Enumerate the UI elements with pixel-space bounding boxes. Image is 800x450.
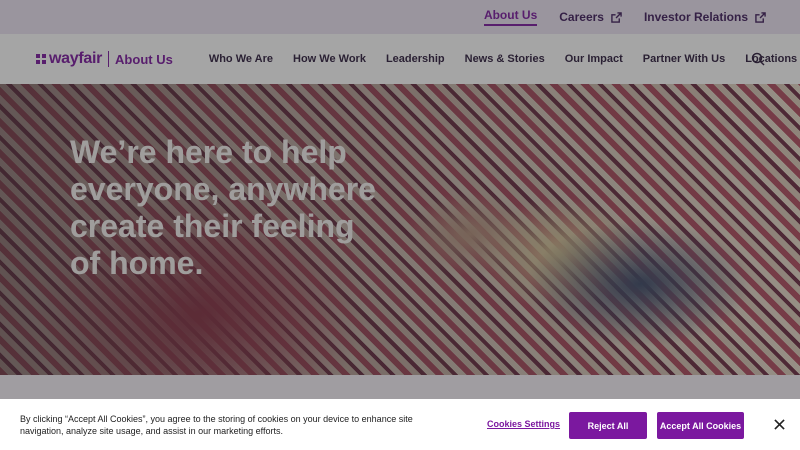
hero-banner: We’re here to help everyone, anywhere cr… [0,84,800,375]
close-icon[interactable] [774,419,785,430]
wayfair-logo[interactable]: wayfair About Us [35,50,173,68]
wayfair-pinwheel-icon [36,54,46,64]
nav-item-our-impact[interactable]: Our Impact [565,53,623,65]
cookie-settings-link[interactable]: Cookies Settings [487,419,560,429]
nav-item-partner-with-us[interactable]: Partner With Us [643,53,725,65]
logo-section-label: About Us [115,51,173,67]
topbar-link-investor-relations[interactable]: Investor Relations [644,10,766,24]
logo-divider [108,51,110,67]
search-icon[interactable] [751,52,765,66]
topbar-link-about-us[interactable]: About Us [483,8,538,26]
logo-wordmark: wayfair [49,50,103,67]
cookie-consent-banner: By clicking “Accept All Cookies”, you ag… [0,399,800,450]
nav-menu: Who We Are How We Work Leadership News &… [209,53,797,65]
cookie-notice-text: By clicking “Accept All Cookies”, you ag… [20,413,413,436]
nav-item-how-we-work[interactable]: How We Work [293,53,366,65]
external-link-icon [611,11,622,23]
nav-item-who-we-are[interactable]: Who We Are [209,53,273,65]
page-content-area [0,375,800,399]
topbar-link-careers[interactable]: Careers [559,10,622,24]
reject-all-button[interactable]: Reject All [569,412,647,439]
hero-title: We’re here to help everyone, anywhere cr… [70,134,376,281]
nav-item-leadership[interactable]: Leadership [386,53,445,65]
nav-item-news-stories[interactable]: News & Stories [465,53,545,65]
utility-bar: About Us Careers Investor Relations [0,0,800,34]
external-link-icon [755,11,766,23]
main-navigation: wayfair About Us Who We Are How We Work … [0,34,800,84]
accept-all-cookies-button[interactable]: Accept All Cookies [657,412,744,439]
